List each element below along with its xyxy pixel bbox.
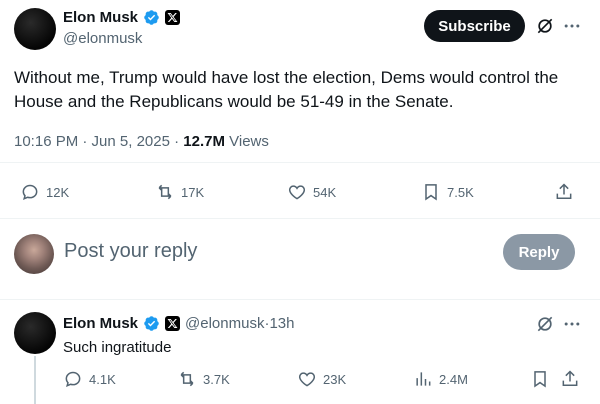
share-action[interactable] [560, 369, 580, 389]
reply-icon [22, 184, 38, 200]
share-action[interactable] [554, 182, 574, 202]
views-count: 2.4M [439, 371, 468, 387]
x-logo-icon [165, 316, 181, 331]
like-count: 23K [323, 371, 347, 387]
like-action[interactable]: 23K [297, 369, 346, 389]
like-icon [298, 372, 316, 387]
tweet-timestamp[interactable]: 10:16 PM · Jun 5, 2025 · [14, 133, 183, 150]
author-avatar[interactable] [14, 8, 56, 50]
more-icon[interactable] [562, 16, 582, 41]
reply-author-row: Elon Musk @elonmusk · 13h [63, 315, 294, 332]
like-count: 54K [313, 184, 337, 200]
views-count: 12.7M [183, 133, 225, 150]
reply-author-name[interactable]: Elon Musk [63, 315, 138, 332]
views-action[interactable]: 2.4M [413, 369, 468, 389]
share-icon [556, 183, 572, 199]
like-action[interactable]: 54K [287, 182, 336, 202]
verified-icon [144, 316, 159, 331]
bookmark-action[interactable] [530, 369, 550, 389]
reply-text: Such ingratitude [63, 339, 172, 356]
grok-icon[interactable] [535, 16, 555, 41]
author-handle[interactable]: @elonmusk [63, 30, 142, 47]
tweet-meta: 10:16 PM · Jun 5, 2025 · 12.7M Views [14, 133, 269, 150]
repost-action[interactable]: 3.7K [177, 369, 230, 389]
reply-button[interactable]: Reply [503, 234, 575, 270]
x-logo-icon [165, 10, 181, 25]
reply-author-handle[interactable]: @elonmusk [185, 315, 264, 332]
tweet-text: Without me, Trump would have lost the el… [14, 66, 589, 114]
repost-action[interactable]: 17K [155, 182, 204, 202]
subscribe-button[interactable]: Subscribe [424, 10, 525, 42]
divider [0, 218, 600, 219]
reply-icon [65, 371, 81, 387]
reply-author-avatar[interactable] [14, 312, 56, 354]
repost-icon [158, 184, 172, 200]
tweet-text-line-2: House and the Republicans would be 51-49… [14, 92, 454, 111]
current-user-avatar[interactable] [14, 234, 54, 274]
reply-action[interactable]: 4.1K [63, 369, 116, 389]
author-name-row[interactable]: Elon Musk [63, 9, 181, 26]
verified-icon [144, 10, 159, 25]
bookmark-icon [425, 184, 437, 201]
reply-action[interactable]: 12K [20, 182, 69, 202]
reply-age[interactable]: 13h [269, 315, 294, 332]
grok-icon[interactable] [535, 314, 555, 339]
views-label: Views [224, 133, 269, 150]
bookmark-icon [534, 371, 546, 388]
views-icon [416, 372, 431, 386]
reply-count: 12K [46, 184, 70, 200]
repost-count: 17K [181, 184, 205, 200]
more-icon[interactable] [562, 314, 582, 339]
divider [0, 162, 600, 163]
share-icon [562, 370, 578, 386]
repost-icon [180, 371, 194, 387]
reply-count: 4.1K [89, 371, 116, 387]
author-name[interactable]: Elon Musk [63, 9, 138, 26]
tweet-text-line-1: Without me, Trump would have lost the el… [14, 68, 559, 87]
like-icon [288, 185, 306, 200]
thread-line [34, 356, 36, 404]
bookmark-action[interactable]: 7.5K [421, 182, 474, 202]
repost-count: 3.7K [203, 371, 230, 387]
reply-input[interactable]: Post your reply [64, 240, 197, 263]
divider [0, 299, 600, 300]
bookmark-count: 7.5K [447, 184, 474, 200]
